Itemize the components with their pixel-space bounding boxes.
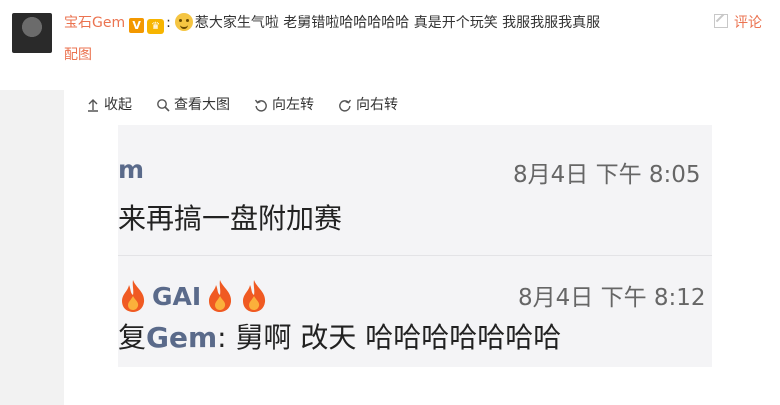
image-toolbar: 收起 查看大图 向左转 向右转 [86, 94, 398, 116]
magnifier-icon [157, 99, 170, 112]
rotate-right-button[interactable]: 向右转 [338, 94, 398, 116]
crown-badge-icon[interactable]: ♛ [147, 19, 165, 34]
rotate-right-label: 向右转 [356, 97, 398, 113]
comment-reply-button[interactable]: 评论 [714, 12, 762, 34]
mention-gem: Gem [146, 321, 218, 354]
rotate-left-icon [254, 99, 267, 112]
comment-card: 宝石Gem V ♛: 惹大家生气啦 老舅错啦哈哈哈哈哈 真是开个玩笑 我服我服我真服 … [0, 0, 780, 90]
collapse-button[interactable]: 收起 [86, 94, 132, 116]
vip-badge[interactable]: V [129, 18, 145, 33]
message-2-time: 8月4日 下午 8:12 [518, 285, 706, 311]
reply-prefix: 复 [118, 321, 147, 354]
view-large-label: 查看大图 [174, 97, 230, 113]
image-preview-panel: 收起 查看大图 向左转 向右转 m 8月4日 下午 8:05 来再搞一盘附加赛 … [64, 90, 780, 405]
message-2-text: 复Gem: 舅啊 改天 哈哈哈哈哈哈哈 [118, 316, 561, 356]
comment-reply-label: 评论 [734, 15, 762, 31]
chat-message-1: m 8月4日 下午 8:05 来再搞一盘附加赛 [118, 125, 712, 255]
view-large-button[interactable]: 查看大图 [156, 94, 230, 116]
chat-message-2: GAI 8月4日 下午 8:12 复Gem: 舅啊 改天 哈哈哈哈哈哈哈 [118, 255, 712, 367]
message-1-sender: m [118, 155, 145, 184]
rotate-right-icon [339, 99, 352, 112]
fire-emoji-icon [243, 280, 266, 312]
crying-laugh-emoji-icon [174, 13, 193, 31]
colon: : [166, 15, 171, 31]
message-1-time: 8月4日 下午 8:05 [513, 162, 701, 188]
attached-picture-link[interactable]: 配图 [64, 44, 92, 66]
avatar[interactable] [12, 13, 52, 53]
message-2-body: : 舅啊 改天 哈哈哈哈哈哈哈 [217, 321, 562, 354]
message-2-sender-name: GAI [152, 281, 202, 311]
rotate-left-button[interactable]: 向左转 [254, 94, 314, 116]
fire-emoji-icon [209, 280, 232, 312]
chat-screenshot-image[interactable]: m 8月4日 下午 8:05 来再搞一盘附加赛 GAI 8月4日 下午 8:12… [118, 125, 712, 367]
message-2-sender: GAI [118, 278, 269, 314]
fire-emoji-icon [122, 280, 145, 312]
message-1-text: 来再搞一盘附加赛 [118, 202, 343, 235]
edit-icon [714, 14, 728, 28]
username-link[interactable]: 宝石Gem [64, 15, 125, 31]
comment-content: 宝石Gem V ♛: 惹大家生气啦 老舅错啦哈哈哈哈哈 真是开个玩笑 我服我服我真服 [64, 12, 768, 34]
rotate-left-label: 向左转 [272, 97, 314, 113]
comment-text: 惹大家生气啦 老舅错啦哈哈哈哈哈 真是开个玩笑 我服我服我真服 [194, 15, 601, 31]
collapse-arrow-icon [88, 99, 98, 112]
collapse-label: 收起 [104, 97, 132, 113]
